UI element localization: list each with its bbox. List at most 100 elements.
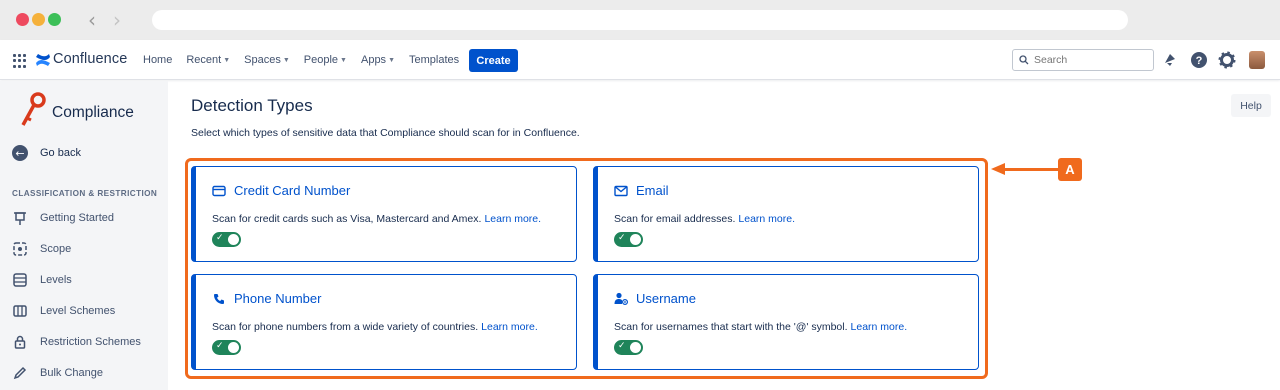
detection-toggle[interactable]: ✓ xyxy=(212,340,241,355)
card-title: Username xyxy=(614,291,696,306)
key-icon xyxy=(21,92,46,126)
card-description: Scan for phone numbers from a wide varie… xyxy=(212,321,538,333)
nav-apps[interactable]: Apps ▼ xyxy=(361,54,395,66)
sidebar-section-heading: CLASSIFICATION & RESTRICTION xyxy=(12,189,158,198)
nav-recent[interactable]: Recent ▼ xyxy=(186,54,230,66)
nav-people[interactable]: People ▼ xyxy=(304,54,347,66)
card-description: Scan for usernames that start with the '… xyxy=(614,321,907,333)
search-box[interactable] xyxy=(1012,49,1154,71)
sidebar-item-level-schemes[interactable]: Level Schemes xyxy=(12,303,115,319)
card-description-text: Scan for credit cards such as Visa, Mast… xyxy=(212,213,482,225)
check-icon: ✓ xyxy=(216,233,224,243)
card-description-text: Scan for usernames that start with the '… xyxy=(614,321,848,333)
check-icon: ✓ xyxy=(216,341,224,351)
confluence-logo-icon[interactable] xyxy=(35,53,51,67)
sidebar-item-scope[interactable]: Scope xyxy=(12,241,71,257)
phone-icon xyxy=(212,292,226,306)
search-icon xyxy=(1019,55,1029,65)
card-title-text: Email xyxy=(636,183,669,198)
callout-arrow-line xyxy=(1004,168,1058,171)
card-title-text: Phone Number xyxy=(234,291,322,306)
detection-card-email: Email Scan for email addresses. Learn mor… xyxy=(593,166,979,262)
nav-home[interactable]: Home xyxy=(143,54,172,66)
toggle-knob xyxy=(630,342,641,353)
sidebar-item-bulk-change[interactable]: Bulk Change xyxy=(12,365,103,381)
learn-more-link[interactable]: Learn more. xyxy=(851,321,908,333)
sidebar-item-getting-started[interactable]: Getting Started xyxy=(12,210,114,226)
browser-forward-icon[interactable]: › xyxy=(113,8,121,32)
card-description-text: Scan for email addresses. xyxy=(614,213,736,225)
go-back-link[interactable]: ← Go back xyxy=(12,145,81,161)
chevron-down-icon: ▼ xyxy=(223,56,231,64)
toggle-knob xyxy=(228,234,239,245)
check-icon: ✓ xyxy=(618,341,626,351)
card-title-text: Username xyxy=(636,291,696,306)
page-description: Select which types of sensitive data tha… xyxy=(191,127,580,139)
toggle-knob xyxy=(228,342,239,353)
card-description: Scan for email addresses. Learn more. xyxy=(614,213,795,225)
avatar[interactable] xyxy=(1249,51,1265,69)
sidebar-item-restriction-schemes[interactable]: Restriction Schemes xyxy=(12,334,141,350)
chevron-down-icon: ▼ xyxy=(282,56,290,64)
nav-spaces-label: Spaces xyxy=(244,54,281,66)
minimize-window-button[interactable] xyxy=(32,13,45,26)
learn-more-link[interactable]: Learn more. xyxy=(481,321,538,333)
chevron-down-icon: ▼ xyxy=(388,56,395,64)
sidebar-item-levels[interactable]: Levels xyxy=(12,272,72,288)
app-title: Compliance xyxy=(52,104,134,121)
maximize-window-button[interactable] xyxy=(48,13,61,26)
app-switcher-grid-icon[interactable] xyxy=(13,54,27,68)
go-back-label: Go back xyxy=(40,147,81,159)
card-description-text: Scan for phone numbers from a wide varie… xyxy=(212,321,479,333)
chevron-down-icon: ▼ xyxy=(340,56,347,64)
browser-chrome: ‹ › xyxy=(0,0,1280,40)
nav-apps-label: Apps xyxy=(360,54,387,66)
levels-icon xyxy=(12,272,28,288)
detection-toggle[interactable]: ✓ xyxy=(212,232,241,247)
primary-nav: Home Recent ▼ Spaces ▼ People ▼ Apps ▼ Templ… xyxy=(143,40,473,80)
detection-toggle[interactable]: ✓ xyxy=(614,232,643,247)
card-title: Credit Card Number xyxy=(212,183,350,198)
nav-people-label: People xyxy=(303,54,339,66)
close-window-button[interactable] xyxy=(16,13,29,26)
detection-toggle[interactable]: ✓ xyxy=(614,340,643,355)
card-title-text: Credit Card Number xyxy=(234,183,351,198)
nav-recent-label: Recent xyxy=(186,54,222,66)
nav-home-label: Home xyxy=(143,54,173,66)
lock-icon xyxy=(12,334,28,350)
svg-text:?: ? xyxy=(1196,55,1203,67)
check-icon: ✓ xyxy=(618,233,626,243)
sidebar-item-label: Restriction Schemes xyxy=(40,336,141,348)
level-schemes-icon xyxy=(12,303,28,319)
card-title: Phone Number xyxy=(212,291,321,306)
search-input[interactable] xyxy=(1034,54,1144,66)
page-title: Detection Types xyxy=(191,96,313,115)
sidebar: Compliance ← Go back CLASSIFICATION & RE… xyxy=(0,81,168,390)
sidebar-item-label: Scope xyxy=(40,243,72,255)
sidebar-item-label: Getting Started xyxy=(40,212,114,224)
address-bar[interactable] xyxy=(152,10,1128,30)
top-navigation-bar: Confluence Home Recent ▼ Spaces ▼ People ▼ … xyxy=(0,40,1280,80)
help-icon[interactable]: ? xyxy=(1190,51,1208,69)
pin-icon xyxy=(12,210,28,226)
sidebar-item-label: Levels xyxy=(40,274,72,286)
nav-templates[interactable]: Templates xyxy=(409,54,459,66)
sidebar-item-label: Level Schemes xyxy=(40,305,116,317)
settings-icon[interactable] xyxy=(1218,51,1236,69)
learn-more-link[interactable]: Learn more. xyxy=(738,213,795,225)
credit-card-icon xyxy=(212,184,226,198)
brand-name[interactable]: Confluence xyxy=(53,51,127,67)
nav-templates-label: Templates xyxy=(409,54,460,66)
card-description: Scan for credit cards such as Visa, Mast… xyxy=(212,213,541,225)
nav-spaces[interactable]: Spaces ▼ xyxy=(244,54,290,66)
create-button[interactable]: Create xyxy=(469,49,518,72)
user-at-icon xyxy=(614,292,628,306)
browser-back-icon[interactable]: ‹ xyxy=(88,8,96,32)
card-title: Email xyxy=(614,183,669,198)
help-button[interactable]: Help xyxy=(1231,94,1271,117)
email-icon xyxy=(614,184,628,198)
callout-arrow-icon xyxy=(991,163,1005,175)
pencil-icon xyxy=(12,365,28,381)
learn-more-link[interactable]: Learn more. xyxy=(484,213,541,225)
notifications-icon[interactable] xyxy=(1161,51,1179,69)
